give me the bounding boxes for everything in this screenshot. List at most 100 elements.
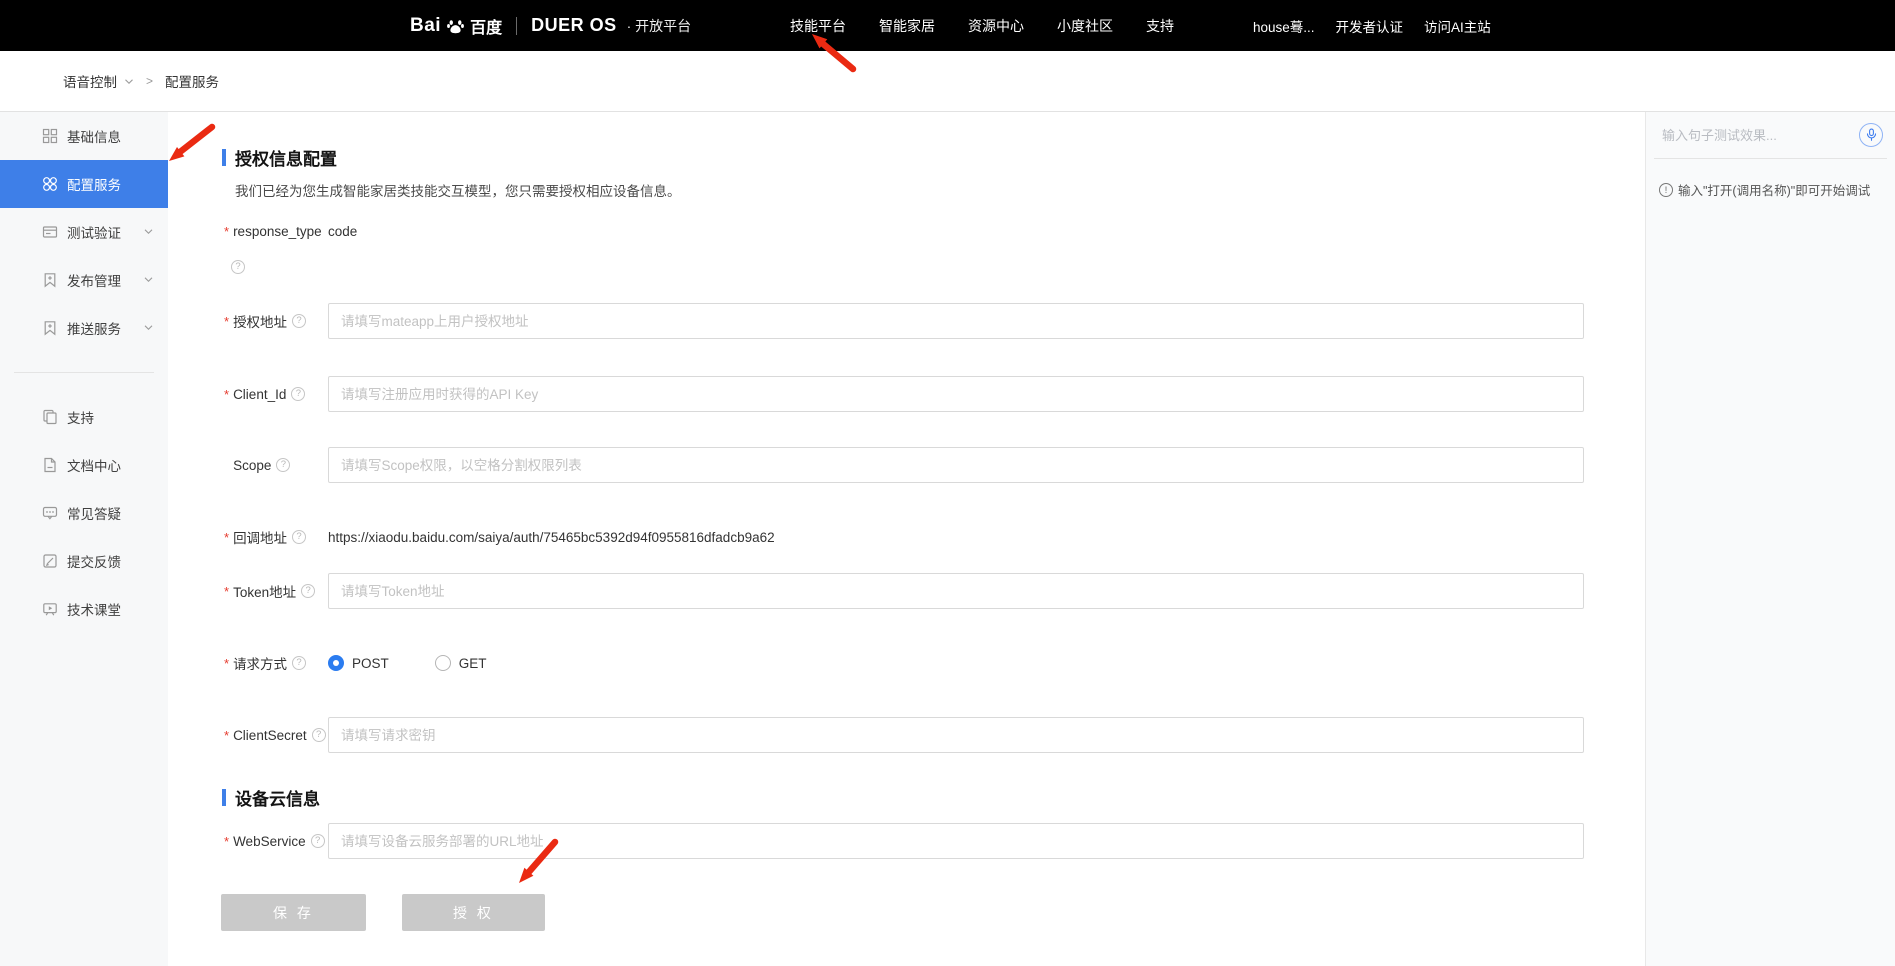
field-row-token-url: * Token地址 ? [168,573,1605,609]
help-icon[interactable]: ? [292,314,306,328]
field-row-client-id: * Client_Id ? [168,376,1605,412]
required-asterisk: * [224,656,229,671]
microphone-button[interactable] [1859,123,1883,147]
field-row-scope: * Scope ? [168,447,1605,483]
logo-dueros: DUER OS [531,15,617,36]
logo-bai-text: Bai [410,15,441,37]
developer-cert-link[interactable]: 开发者认证 [1336,16,1404,36]
panel-divider [1654,158,1887,159]
field-label: * Token地址 ? [168,581,328,601]
sidebar-item-label: 文档中心 [67,455,121,475]
chevron-down-icon [124,78,134,85]
sidebar-item-label: 测试验证 [67,222,121,242]
sidebar-item-basic-info[interactable]: 基础信息 [0,112,168,160]
sidebar-link-tech-class[interactable]: 技术课堂 [0,585,168,633]
required-asterisk: * [224,728,229,743]
sidebar-item-label: 技术课堂 [67,599,121,619]
sidebar-item-label: 配置服务 [67,174,121,194]
bookmark-plus-icon [42,272,58,288]
copy-pages-icon [42,409,58,425]
field-row-webservice: * WebService ? [168,823,1605,859]
device-section-title: 设备云信息 [235,785,320,810]
top-nav: 技能平台 智能家居 资源中心 小度社区 支持 [790,0,1174,51]
save-button[interactable]: 保 存 [221,894,366,931]
field-label: * 请求方式 ? [168,653,328,673]
chat-bubble-icon [42,505,58,521]
visit-ai-site-link[interactable]: 访问AI主站 [1424,16,1491,36]
chevron-down-icon [144,324,153,331]
breadcrumb-bar: 语音控制 > 配置服务 [0,51,1895,112]
sidebar-item-publish-manage[interactable]: 发布管理 [0,256,168,304]
sidebar-item-test-verify[interactable]: 测试验证 [0,208,168,256]
document-icon [42,457,58,473]
edit-pencil-icon [42,553,58,569]
help-icon[interactable]: ? [291,387,305,401]
authorize-button[interactable]: 授 权 [402,894,545,931]
breadcrumb: 语音控制 > 配置服务 [63,51,219,111]
sidebar-link-support[interactable]: 支持 [0,393,168,441]
sidebar-item-config-service[interactable]: 配置服务 [0,160,168,208]
section-accent-bar [222,149,226,166]
radio-get-unchecked[interactable] [435,655,451,671]
help-icon[interactable]: ? [292,656,306,670]
breadcrumb-current: 配置服务 [165,71,219,91]
breadcrumb-parent[interactable]: 语音控制 [63,71,134,91]
auth-section-description: 我们已经为您生成智能家居类技能交互模型，您只需要授权相应设备信息。 [235,180,681,200]
field-row-request-method: * 请求方式 ? POST GET [168,645,1605,681]
radio-option-post[interactable]: POST [328,655,389,671]
help-icon[interactable]: ? [301,584,315,598]
webservice-input[interactable] [328,823,1584,859]
sidebar-link-faq[interactable]: 常见答疑 [0,489,168,537]
bookmark-plus-icon [42,320,58,336]
client-secret-input[interactable] [328,717,1584,753]
help-icon[interactable]: ? [276,458,290,472]
request-method-radio-group: POST GET [328,655,487,671]
field-label: * Scope ? [168,458,328,473]
baidu-dueros-logo[interactable]: Bai 百度 DUER OS · 开放平台 [410,0,691,51]
test-sentence-input[interactable] [1660,127,1859,144]
field-row-client-secret: * ClientSecret ? [168,717,1605,753]
top-user-area: house蓦... 开发者认证 访问AI主站 [1253,0,1491,51]
sidebar-link-doc-center[interactable]: 文档中心 [0,441,168,489]
test-tip-text: 输入"打开(调用名称)"即可开始调试 [1678,180,1870,199]
field-label: * response_type [168,224,328,239]
help-icon[interactable]: ? [311,834,325,848]
required-asterisk: * [224,530,229,545]
sidebar-item-push-service[interactable]: 推送服务 [0,304,168,352]
field-row-response-type: * response_type code [168,213,1605,249]
field-label: * Client_Id ? [168,387,328,402]
nav-resource-center[interactable]: 资源中心 [968,16,1024,36]
chevron-down-icon [144,228,153,235]
field-label: * 授权地址 ? [168,311,328,331]
sidebar-link-feedback[interactable]: 提交反馈 [0,537,168,585]
nav-smart-home[interactable]: 智能家居 [879,16,935,36]
field-label: * WebService ? [168,834,328,849]
logo-baidu-cn: 百度 [470,14,502,38]
client-id-input[interactable] [328,376,1584,412]
help-icon[interactable]: ? [231,260,245,274]
sidebar-item-label: 基础信息 [67,126,121,146]
nav-support[interactable]: 支持 [1146,16,1174,36]
sidebar-item-label: 支持 [67,407,94,427]
field-label: * 回调地址 ? [168,527,328,547]
logo-platform: · 开放平台 [627,16,692,36]
help-icon[interactable]: ? [312,728,326,742]
auth-url-input[interactable] [328,303,1584,339]
field-label: * ClientSecret ? [168,728,328,743]
callback-url-value: https://xiaodu.baidu.com/saiya/auth/7546… [328,530,775,545]
presentation-play-icon [42,601,58,617]
scope-input[interactable] [328,447,1584,483]
radio-post-checked[interactable] [328,655,344,671]
help-icon[interactable]: ? [292,530,306,544]
device-section-header: 设备云信息 [222,785,320,810]
nav-skill-platform[interactable]: 技能平台 [790,16,846,36]
token-url-input[interactable] [328,573,1584,609]
username[interactable]: house蓦... [1253,16,1315,36]
sidebar-item-label: 常见答疑 [67,503,121,523]
field-row-auth-url: * 授权地址 ? [168,303,1605,339]
radio-option-get[interactable]: GET [435,655,487,671]
test-tip: ! 输入"打开(调用名称)"即可开始调试 [1659,180,1870,199]
config-service-icon [42,176,58,192]
test-card-icon [42,224,58,240]
nav-xiaodu-community[interactable]: 小度社区 [1057,16,1113,36]
